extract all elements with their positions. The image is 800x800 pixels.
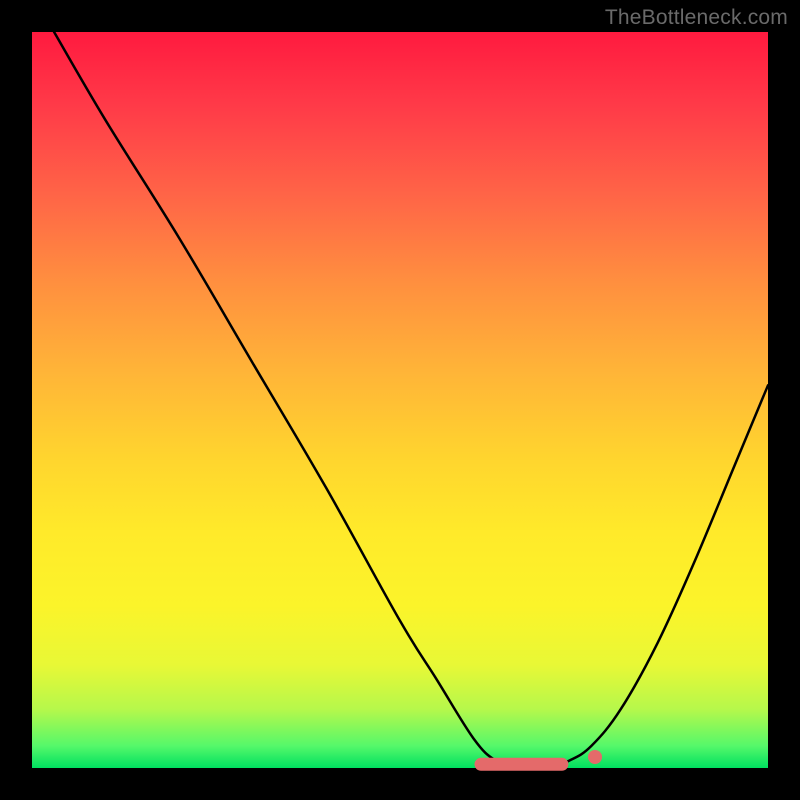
chart-frame: TheBottleneck.com — [0, 0, 800, 800]
attribution-text: TheBottleneck.com — [605, 6, 788, 30]
plot-area — [32, 32, 768, 768]
bottom-dot — [588, 750, 602, 764]
plot-svg — [32, 32, 768, 768]
curve-line — [54, 32, 768, 769]
